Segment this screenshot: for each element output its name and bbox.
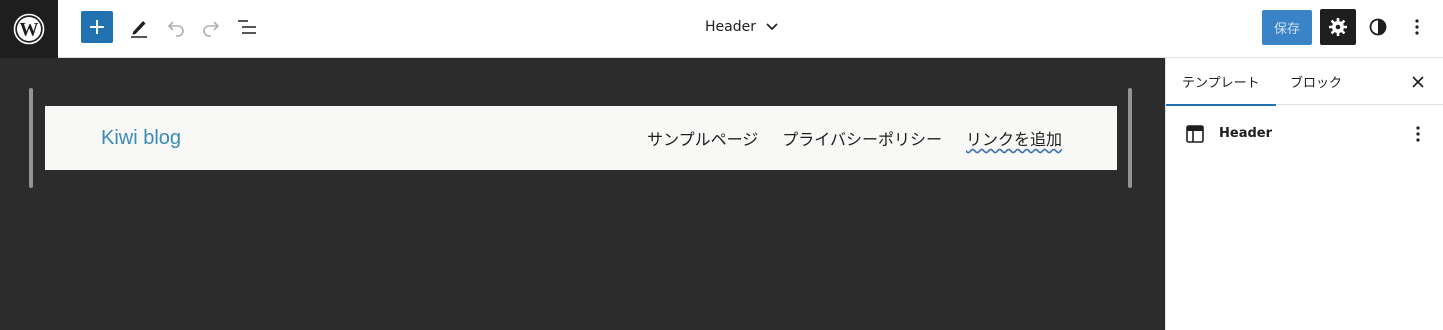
resize-handle-left[interactable]: [29, 88, 33, 188]
close-sidebar-button[interactable]: [1406, 70, 1430, 94]
gear-icon: [1329, 18, 1347, 36]
tools-button[interactable]: [126, 13, 152, 41]
document-title: Header: [705, 19, 756, 35]
settings-sidebar: テンプレート ブロック Header: [1165, 58, 1443, 330]
template-part-icon: [1186, 125, 1204, 143]
undo-icon: [167, 21, 184, 37]
top-toolbar: W Header 保存: [0, 0, 1443, 58]
redo-icon: [203, 21, 220, 37]
template-name: Header: [1219, 126, 1273, 141]
document-title-dropdown[interactable]: Header: [705, 14, 778, 40]
vertical-dots-icon: [1416, 126, 1420, 142]
sidebar-tabs: テンプレート ブロック: [1166, 58, 1443, 106]
wordpress-logo-button[interactable]: W: [0, 0, 58, 58]
settings-button[interactable]: [1320, 9, 1356, 45]
template-options-button[interactable]: [1408, 122, 1428, 146]
template-row: Header: [1166, 118, 1443, 150]
nav-item-privacy-policy[interactable]: プライバシーポリシー: [782, 126, 942, 150]
close-icon: [1412, 76, 1424, 88]
tab-template[interactable]: テンプレート: [1166, 58, 1276, 106]
add-block-button[interactable]: [81, 11, 113, 43]
redo-button[interactable]: [198, 14, 224, 40]
navigation-block[interactable]: サンプルページ プライバシーポリシー リンクを追加: [647, 126, 1062, 150]
site-title[interactable]: Kiwi blog: [101, 127, 181, 150]
list-view-icon: [238, 20, 256, 34]
resize-handle-right[interactable]: [1128, 88, 1132, 188]
tab-block[interactable]: ブロック: [1290, 58, 1342, 105]
vertical-dots-icon: [1415, 19, 1419, 35]
chevron-down-icon: [766, 23, 778, 31]
list-view-button[interactable]: [234, 14, 260, 40]
header-template-part[interactable]: Kiwi blog サンプルページ プライバシーポリシー リンクを追加: [45, 106, 1117, 170]
pencil-icon: [131, 21, 147, 38]
svg-text:W: W: [20, 20, 39, 41]
wordpress-logo-icon: W: [13, 13, 45, 45]
save-button[interactable]: 保存: [1262, 10, 1312, 45]
half-circle-icon: [1369, 18, 1387, 36]
editor-canvas: Kiwi blog サンプルページ プライバシーポリシー リンクを追加: [0, 58, 1165, 330]
undo-button[interactable]: [163, 14, 189, 40]
styles-button[interactable]: [1366, 14, 1390, 40]
plus-icon: [90, 20, 104, 34]
options-button[interactable]: [1407, 14, 1427, 40]
nav-item-sample-page[interactable]: サンプルページ: [647, 126, 758, 150]
add-link-button[interactable]: リンクを追加: [966, 126, 1062, 150]
